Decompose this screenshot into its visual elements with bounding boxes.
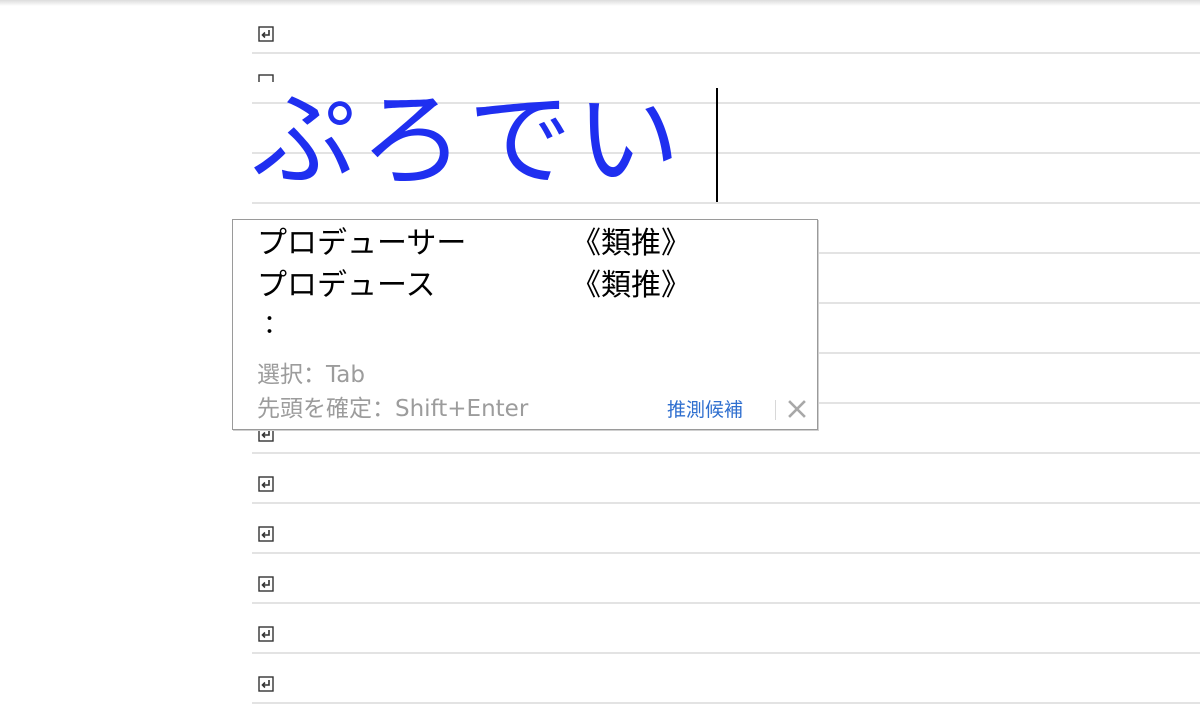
candidate-word: プロデューサー — [257, 226, 467, 261]
separator — [775, 400, 776, 420]
more-candidates-marker: ： — [263, 310, 290, 340]
candidate-tag: 《類推》 — [571, 268, 691, 303]
close-button[interactable] — [785, 396, 809, 422]
ruled-line — [252, 52, 1200, 54]
paragraph-return-icon — [258, 526, 274, 542]
hint-select: 選択：Tab — [257, 362, 365, 388]
paragraph-return-icon — [258, 476, 274, 492]
candidate-item[interactable]: プロデューサー 《類推》 — [257, 224, 777, 264]
ruled-line — [252, 452, 1200, 454]
hint-confirm: 先頭を確定：Shift+Enter — [257, 396, 529, 422]
candidate-word: プロデュース — [257, 268, 436, 303]
candidate-item[interactable]: プロデュース 《類推》 — [257, 266, 777, 306]
ruled-line — [252, 202, 1200, 204]
prediction-mode-link[interactable]: 推測候補 — [667, 398, 743, 422]
ruled-line — [252, 602, 1200, 604]
paragraph-return-icon — [258, 26, 274, 42]
candidate-tag: 《類推》 — [571, 226, 691, 261]
paragraph-return-icon — [258, 626, 274, 642]
text-caret — [716, 88, 718, 202]
ime-composition[interactable]: ぷろでい — [252, 84, 684, 196]
paragraph-return-icon — [258, 676, 274, 692]
ime-suggestion-popup: プロデューサー 《類推》 プロデュース 《類推》 ： 選択：Tab 先頭を確定：… — [232, 219, 818, 430]
ruled-line — [252, 652, 1200, 654]
close-icon — [788, 400, 806, 418]
ruled-line — [252, 502, 1200, 504]
composition-text: ぷろでい — [252, 79, 685, 201]
ruled-line — [252, 552, 1200, 554]
ruled-line — [252, 702, 1200, 704]
paragraph-return-icon — [258, 576, 274, 592]
